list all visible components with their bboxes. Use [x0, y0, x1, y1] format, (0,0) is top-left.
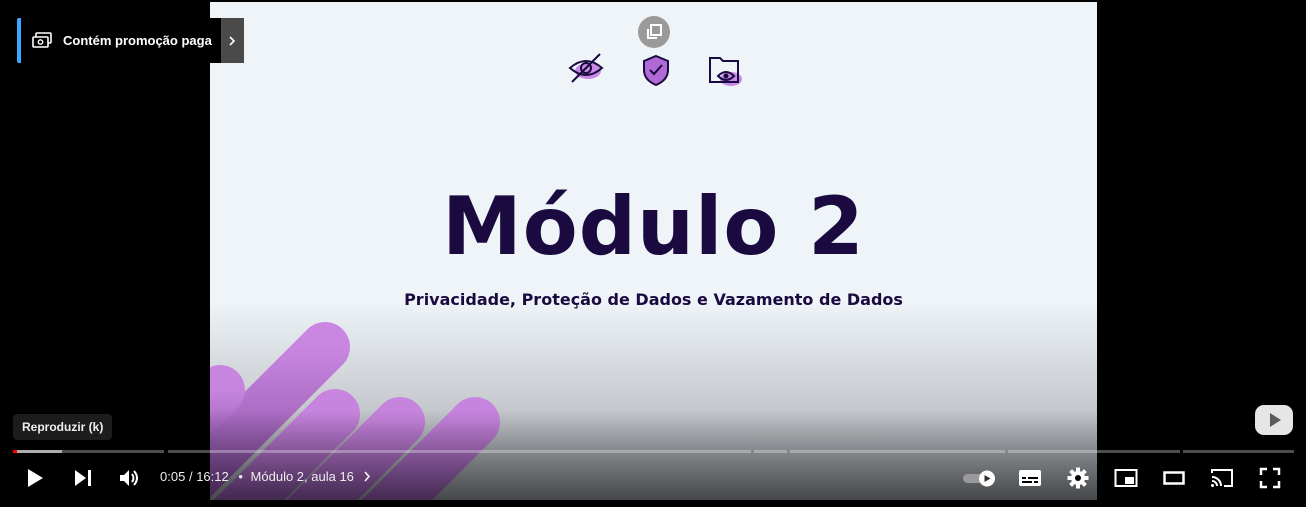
youtube-logo-icon[interactable]	[1255, 405, 1293, 435]
progress-played	[13, 450, 17, 453]
miniplayer-button[interactable]	[1106, 458, 1146, 498]
popout-icon	[647, 24, 662, 39]
paid-promotion-banner[interactable]: Contém promoção paga	[17, 18, 244, 63]
video-frame[interactable]: Módulo 2 Privacidade, Proteção de Dados …	[210, 2, 1097, 500]
theater-mode-icon	[1163, 471, 1185, 485]
fullscreen-icon	[1259, 467, 1281, 489]
skip-next-icon	[75, 470, 91, 486]
settings-button[interactable]	[1058, 458, 1098, 498]
play-button[interactable]	[15, 458, 55, 498]
time-display: 0:05 / 16:12 • Módulo 2, aula 16	[160, 469, 371, 484]
paid-promotion-label: Contém promoção paga	[63, 33, 212, 48]
separator-dot-icon: •	[238, 469, 243, 484]
control-bar: 0:05 / 16:12 • Módulo 2, aula 16	[0, 458, 1306, 498]
slide-title: Módulo 2	[442, 180, 865, 273]
play-icon	[28, 469, 43, 487]
paid-promotion-icon	[32, 31, 52, 48]
shield-check-icon	[643, 54, 669, 87]
chapter-segment[interactable]	[754, 450, 787, 453]
eye-slash-icon	[568, 53, 604, 83]
chevron-right-icon	[363, 471, 370, 482]
time-total: 16:12	[196, 469, 229, 484]
next-button[interactable]	[63, 458, 103, 498]
chapter-segment[interactable]	[168, 450, 751, 453]
chevron-right-icon	[229, 35, 236, 46]
time-current: 0:05	[160, 469, 186, 484]
play-tooltip: Reproduzir (k)	[13, 414, 113, 440]
slide-subtitle: Privacidade, Proteção de Dados e Vazamen…	[404, 290, 903, 309]
miniplayer-icon	[1114, 469, 1138, 487]
cast-icon	[1211, 469, 1233, 487]
video-player[interactable]: Módulo 2 Privacidade, Proteção de Dados …	[0, 0, 1306, 507]
promo-expand-button[interactable]	[220, 18, 244, 63]
folder-eye-icon	[709, 57, 742, 86]
subtitles-icon	[1019, 470, 1041, 486]
autoplay-icon	[963, 470, 995, 487]
chapter-title-button[interactable]: Módulo 2, aula 16	[251, 469, 371, 484]
chapter-segment[interactable]	[790, 450, 1005, 453]
chapter-segment[interactable]	[1183, 450, 1294, 453]
fullscreen-button[interactable]	[1250, 458, 1290, 498]
progress-bar[interactable]	[13, 450, 1294, 453]
mute-button[interactable]	[110, 458, 150, 498]
progress-loaded	[13, 450, 62, 453]
gear-icon	[1067, 467, 1089, 489]
theater-mode-button[interactable]	[1154, 458, 1194, 498]
volume-icon	[120, 470, 138, 486]
chapter-segment[interactable]	[1008, 450, 1180, 453]
chapter-title: Módulo 2, aula 16	[250, 469, 354, 484]
subtitles-button[interactable]	[1010, 458, 1050, 498]
popout-button[interactable]	[638, 16, 670, 48]
time-separator: /	[188, 469, 193, 484]
autoplay-toggle[interactable]	[959, 458, 999, 498]
cast-button[interactable]	[1202, 458, 1242, 498]
